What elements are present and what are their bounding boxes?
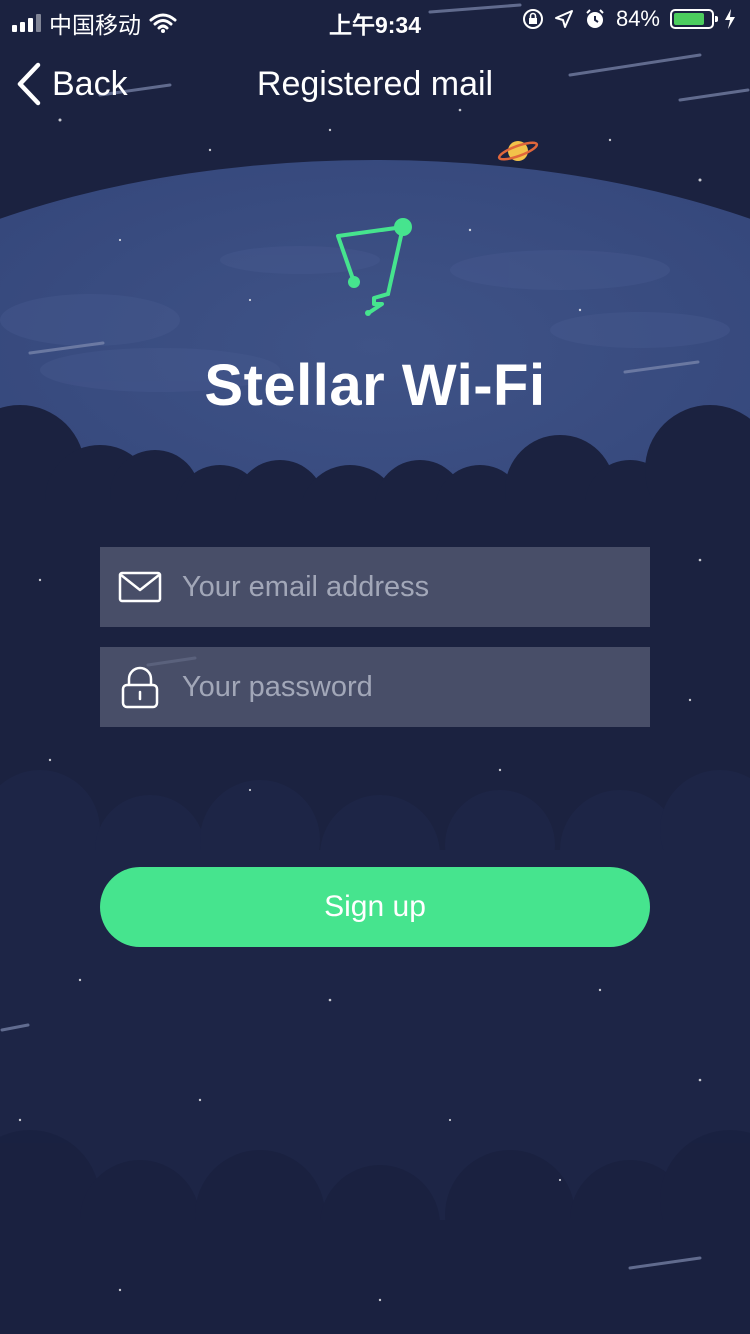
password-field[interactable]	[100, 647, 650, 727]
sign-up-button[interactable]: Sign up	[100, 867, 650, 947]
status-right: 84%	[522, 6, 736, 32]
orientation-lock-icon	[522, 9, 543, 29]
battery-icon	[670, 9, 718, 29]
alarm-icon	[586, 9, 604, 28]
lock-icon	[118, 665, 162, 709]
email-input[interactable]	[182, 547, 650, 627]
location-icon	[554, 10, 573, 28]
email-field[interactable]	[100, 547, 650, 627]
battery-percent: 84%	[615, 6, 660, 31]
navigation-bar: Back Registered mail	[0, 52, 750, 120]
page-title: Registered mail	[256, 65, 494, 103]
status-bar: 中国移动 上午9:34 84%	[0, 0, 750, 40]
brand-title: Stellar Wi-Fi	[204, 353, 546, 418]
battery-fill	[674, 13, 705, 25]
stellar-logo-icon	[336, 218, 412, 316]
envelope-icon	[118, 571, 162, 603]
password-input[interactable]	[182, 647, 650, 727]
charging-icon	[725, 9, 735, 29]
